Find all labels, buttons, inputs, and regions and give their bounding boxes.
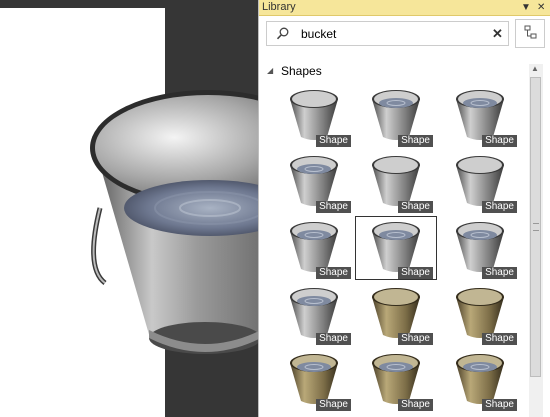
shape-tag-label: Shape <box>398 399 433 411</box>
shape-tag-label: Shape <box>316 399 351 411</box>
bucket-shape-item[interactable]: Shape <box>274 283 354 345</box>
shape-tag-label: Shape <box>398 201 433 213</box>
library-title-bar[interactable]: Library ▼ ✕ <box>259 0 550 16</box>
shape-tag-label: Shape <box>398 333 433 345</box>
shape-tag-label: Shape <box>398 135 433 147</box>
search-input[interactable] <box>301 25 481 42</box>
drawing-canvas[interactable] <box>0 0 326 417</box>
library-title: Library <box>262 1 296 13</box>
tree-view-button[interactable] <box>515 19 545 48</box>
shape-tag-label: Shape <box>316 135 351 147</box>
bucket-shape-item[interactable]: Shape <box>356 283 436 345</box>
close-icon[interactable]: ✕ <box>537 0 545 16</box>
bucket-shape-item[interactable]: Shape <box>274 151 354 213</box>
shape-tag-label: Shape <box>482 201 517 213</box>
bucket-shape-item[interactable]: Shape <box>356 85 436 147</box>
bucket-shape-item[interactable]: Shape <box>440 349 520 411</box>
vertical-scrollbar[interactable]: ▲ <box>529 64 543 417</box>
bucket-shape-item[interactable]: Shape <box>274 217 354 279</box>
shapes-section-label: Shapes <box>281 64 322 78</box>
hierarchy-icon <box>524 25 537 39</box>
scroll-grip-icon <box>533 223 539 231</box>
shape-tag-label: Shape <box>482 135 517 147</box>
bucket-shape-item[interactable]: Shape <box>355 216 437 280</box>
search-box[interactable]: ✕ <box>266 21 509 46</box>
bucket-shape-item[interactable]: Shape <box>356 349 436 411</box>
shape-tag-label: Shape <box>482 399 517 411</box>
bucket-shape-item[interactable]: Shape <box>440 151 520 213</box>
clear-search-icon[interactable]: ✕ <box>489 25 506 42</box>
shape-tag-label: Shape <box>316 201 351 213</box>
scroll-up-arrow-icon[interactable]: ▲ <box>531 64 539 73</box>
library-panel: Library ▼ ✕ ✕ ◢ Shapes <box>258 0 550 417</box>
scroll-thumb[interactable] <box>530 77 541 377</box>
panel-menu-dropdown-icon[interactable]: ▼ <box>521 0 531 16</box>
collapse-arrow-icon[interactable]: ◢ <box>267 66 273 75</box>
shape-tag-label: Shape <box>316 333 351 345</box>
bucket-shape-item[interactable]: Shape <box>440 283 520 345</box>
bucket-shape-item[interactable]: Shape <box>274 349 354 411</box>
shape-tag-label: Shape <box>482 267 517 279</box>
bucket-shape-item[interactable]: Shape <box>356 151 436 213</box>
shape-tag-label: Shape <box>398 267 433 279</box>
shape-tag-label: Shape <box>316 267 351 279</box>
bucket-shape-item[interactable]: Shape <box>440 217 520 279</box>
bucket-shape-item[interactable]: Shape <box>274 85 354 147</box>
search-icon <box>276 27 289 40</box>
bucket-shape-item[interactable]: Shape <box>440 85 520 147</box>
shape-tag-label: Shape <box>482 333 517 345</box>
